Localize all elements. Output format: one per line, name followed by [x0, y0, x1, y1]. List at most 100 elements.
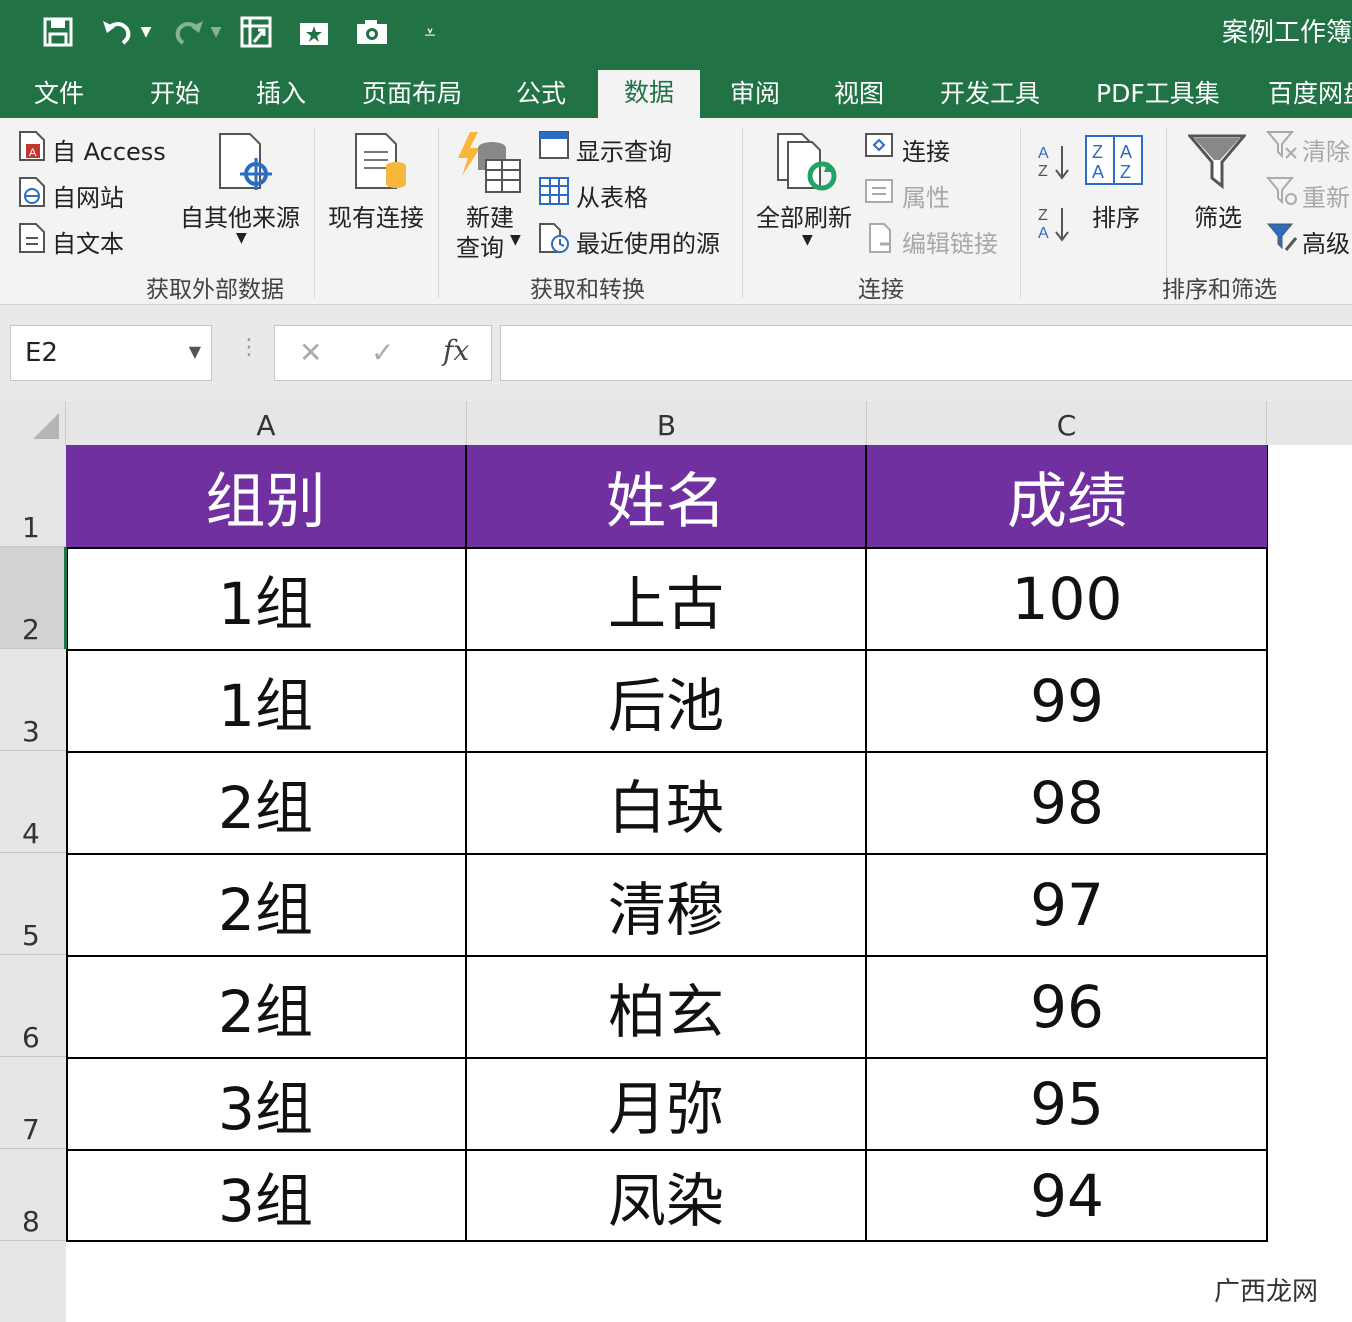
connections-button[interactable]: 连接 [902, 132, 950, 167]
properties-icon [864, 176, 894, 210]
cell-name[interactable]: 白玦 [467, 751, 867, 853]
cell-score[interactable]: 98 [867, 751, 1267, 853]
ribbon-tabs: 文件 开始 插入 页面布局 公式 数据 审阅 视图 开发工具 PDF工具集 百度… [0, 66, 1352, 118]
from-web-button[interactable]: 自网站 [52, 178, 124, 213]
drag-handle-icon[interactable]: ⋮ [238, 335, 260, 360]
recent-sources-button[interactable]: 最近使用的源 [576, 224, 720, 259]
header-cell-name[interactable]: 姓名 [467, 445, 867, 547]
advanced-filter-icon [1266, 222, 1298, 256]
from-access-button[interactable]: 自 Access [52, 132, 166, 167]
cell-group[interactable]: 2组 [66, 751, 467, 853]
selection-indicator [64, 547, 67, 649]
from-other-sources-button[interactable]: 自其他来源 [180, 198, 300, 233]
chevron-down-icon[interactable]: ▼ [510, 232, 521, 248]
chevron-down-icon[interactable]: ▼ [236, 230, 247, 246]
customize-qat-icon[interactable]: ⩡ [408, 10, 452, 54]
column-header-d[interactable] [1267, 401, 1352, 445]
edit-links-button[interactable]: 编辑链接 [902, 224, 998, 259]
tab-formulas[interactable]: 公式 [516, 72, 566, 118]
from-table-button[interactable]: 从表格 [576, 178, 648, 213]
insert-function-icon[interactable]: fx [443, 334, 469, 367]
tab-data[interactable]: 数据 [598, 70, 701, 118]
column-header-b[interactable]: B [467, 401, 867, 445]
header-cell-score[interactable]: 成绩 [867, 445, 1267, 547]
tab-insert[interactable]: 插入 [256, 72, 306, 118]
tab-view[interactable]: 视图 [834, 72, 884, 118]
cell-name[interactable]: 柏玄 [467, 955, 867, 1057]
redo-dropdown-icon[interactable]: ▼ [206, 10, 226, 54]
tab-developer[interactable]: 开发工具 [940, 72, 1040, 118]
show-queries-icon [538, 130, 570, 164]
row-header-8[interactable]: 8 [0, 1149, 66, 1241]
cell-name[interactable]: 清穆 [467, 853, 867, 955]
cell-score[interactable]: 97 [867, 853, 1267, 955]
column-header-c[interactable]: C [867, 401, 1267, 445]
cell-score[interactable]: 99 [867, 649, 1267, 751]
cell-group[interactable]: 2组 [66, 955, 467, 1057]
existing-connections-button[interactable]: 现有连接 [328, 198, 424, 233]
row-header-7[interactable]: 7 [0, 1057, 66, 1149]
cell-score[interactable]: 100 [867, 547, 1267, 649]
cell-group[interactable]: 1组 [66, 547, 467, 649]
clear-button[interactable]: 清除 [1302, 132, 1350, 167]
refresh-all-button[interactable]: 全部刷新 [756, 198, 852, 233]
other-sources-icon [216, 132, 272, 196]
confirm-icon[interactable]: ✓ [371, 336, 394, 369]
cell-score[interactable]: 94 [867, 1149, 1267, 1241]
show-queries-button[interactable]: 显示查询 [576, 132, 672, 167]
cell-score[interactable]: 95 [867, 1057, 1267, 1149]
select-all-corner[interactable] [0, 401, 66, 445]
star-folder-icon[interactable] [292, 10, 336, 54]
chevron-down-icon[interactable]: ▼ [802, 232, 813, 248]
cell-group[interactable]: 3组 [66, 1149, 467, 1241]
save-icon[interactable] [36, 10, 80, 54]
tab-file[interactable]: 文件 [34, 72, 84, 118]
reapply-button[interactable]: 重新 [1302, 178, 1350, 213]
web-icon [18, 176, 46, 212]
cell-name[interactable]: 上古 [467, 547, 867, 649]
cell-group[interactable]: 3组 [66, 1057, 467, 1149]
row-header-3[interactable]: 3 [0, 649, 66, 751]
cell-group[interactable]: 2组 [66, 853, 467, 955]
sort-ascending-icon[interactable]: AZ [1038, 142, 1070, 186]
sort-descending-icon[interactable]: ZA [1038, 204, 1070, 248]
row-header-2[interactable]: 2 [0, 547, 66, 649]
cell-name[interactable]: 月弥 [467, 1057, 867, 1149]
row-header-9[interactable] [0, 1241, 66, 1322]
redo-icon[interactable] [166, 10, 210, 54]
camera-icon[interactable] [350, 10, 394, 54]
from-text-button[interactable]: 自文本 [52, 224, 124, 259]
filter-button[interactable]: 筛选 [1194, 198, 1242, 233]
row-header-6[interactable]: 6 [0, 955, 66, 1057]
tab-page-layout[interactable]: 页面布局 [362, 72, 462, 118]
properties-button[interactable]: 属性 [902, 178, 950, 213]
sort-button[interactable]: 排序 [1092, 198, 1140, 233]
group-label-get-external: 获取外部数据 [146, 277, 284, 303]
svg-text:A: A [1120, 142, 1132, 162]
cell-name[interactable]: 凤染 [467, 1149, 867, 1241]
svg-text:A: A [1038, 145, 1049, 162]
header-cell-group[interactable]: 组别 [66, 445, 467, 547]
name-box[interactable]: E2 ▼ [10, 325, 212, 381]
cancel-icon[interactable]: ✕ [299, 336, 322, 369]
title-bar: ▼ ▼ ⩡ 案例工作簿 [0, 0, 1352, 66]
tab-pdf-tools[interactable]: PDF工具集 [1096, 72, 1220, 118]
formula-input[interactable] [500, 325, 1352, 381]
cell-group[interactable]: 1组 [66, 649, 467, 751]
chevron-down-icon[interactable]: ▼ [189, 342, 201, 361]
column-headers: A B C [0, 401, 1352, 445]
cell-score[interactable]: 96 [867, 955, 1267, 1057]
undo-icon[interactable] [96, 10, 140, 54]
row-header-5[interactable]: 5 [0, 853, 66, 955]
row-header-4[interactable]: 4 [0, 751, 66, 853]
tab-home[interactable]: 开始 [150, 72, 200, 118]
new-query-label-2[interactable]: 查询 [456, 228, 504, 263]
undo-dropdown-icon[interactable]: ▼ [136, 10, 156, 54]
tab-review[interactable]: 审阅 [730, 72, 780, 118]
cell-name[interactable]: 后池 [467, 649, 867, 751]
row-header-1[interactable]: 1 [0, 445, 66, 547]
column-header-a[interactable]: A [66, 401, 467, 445]
advanced-button[interactable]: 高级 [1302, 224, 1350, 259]
tab-baidu-netdisk[interactable]: 百度网盘 [1268, 72, 1352, 118]
pivot-icon[interactable] [234, 10, 278, 54]
